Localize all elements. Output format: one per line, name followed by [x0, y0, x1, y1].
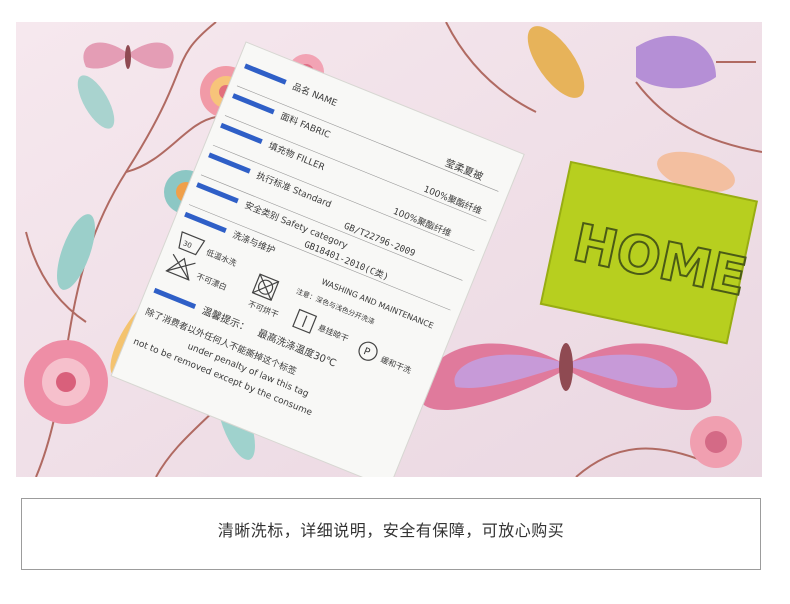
photo-scene: HOME 品名 NAME 莹柔夏被 面料 FABRIC 100%聚酯纤维 填充物… [16, 22, 762, 477]
flower-4 [24, 340, 108, 424]
caption-text: 清晰洗标，详细说明，安全有保障，可放心购买 [217, 521, 565, 540]
product-photo: HOME 品名 NAME 莹柔夏被 面料 FABRIC 100%聚酯纤维 填充物… [16, 22, 762, 477]
caption-box: 清晰洗标，详细说明，安全有保障，可放心购买 [21, 498, 761, 570]
flower-5 [690, 416, 742, 468]
butterfly-small [83, 42, 174, 69]
